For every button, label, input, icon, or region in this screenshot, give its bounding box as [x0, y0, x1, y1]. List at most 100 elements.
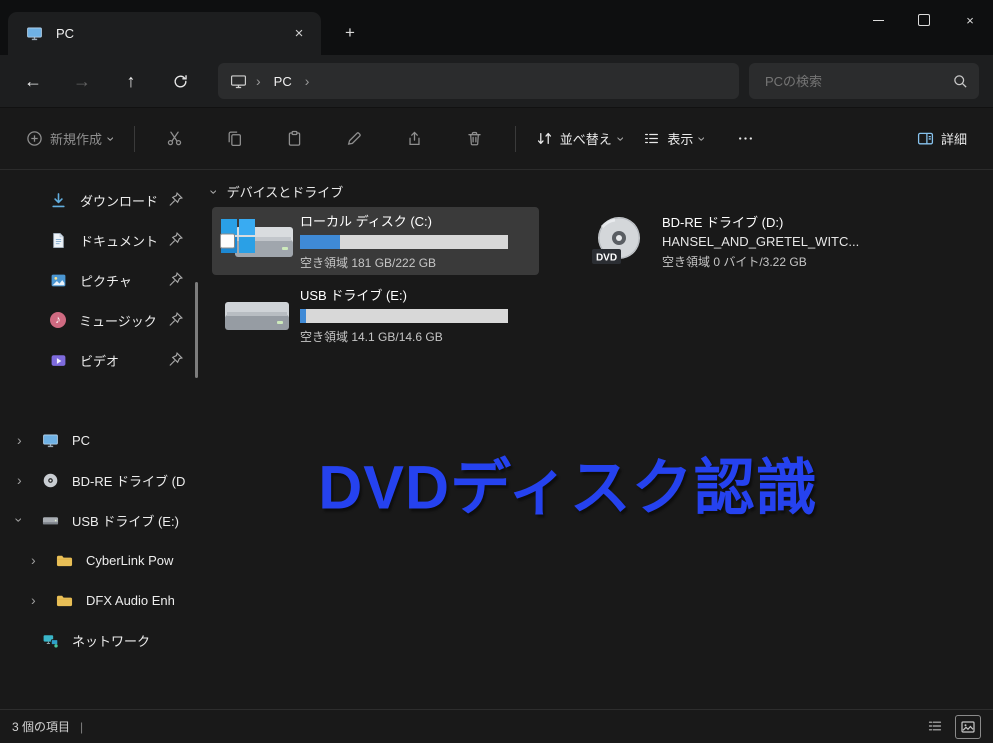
drive-info: USB ドライブ (E:) 空き領域 14.1 GB/14.6 GB [300, 285, 533, 345]
chevron-right-icon[interactable]: › [17, 432, 22, 448]
chevron-right-icon[interactable]: › [31, 592, 36, 608]
dvd-disc-icon: DVD [580, 213, 658, 269]
navigation-sidebar: ダウンロード ドキュメント ピクチャ ♪ ミュージック ビデオ [0, 170, 200, 709]
sidebar-item-label: DFX Audio Enh [86, 593, 175, 608]
file-explorer-window: PC × + × ← → ↑ › PC › 新規作成 [0, 0, 993, 743]
drive-info: ローカル ディスク (C:) 空き領域 181 GB/222 GB [300, 211, 533, 271]
sidebar-item-label: ネットワーク [72, 631, 150, 650]
chevron-down-icon[interactable]: › [207, 189, 221, 194]
trash-icon [466, 130, 483, 147]
toolbar-divider [515, 126, 516, 152]
drive-info: BD-RE ドライブ (D:) HANSEL_AND_GRETEL_WITC..… [662, 212, 880, 270]
disc-icon [42, 472, 59, 489]
sidebar-item-pictures[interactable]: ピクチャ [4, 260, 196, 300]
more-options-button[interactable] [723, 119, 767, 159]
sidebar-scrollbar[interactable] [195, 282, 198, 378]
details-pane-button[interactable]: 詳細 [907, 120, 977, 157]
sidebar-item-cyberlink-folder[interactable]: › CyberLink Pow [4, 540, 196, 580]
paste-button[interactable] [273, 119, 317, 159]
pin-icon [167, 231, 184, 248]
share-icon [406, 130, 423, 147]
new-tab-button[interactable]: + [335, 18, 365, 48]
sidebar-item-network[interactable]: ネットワーク [4, 620, 196, 660]
chevron-down-icon: › [614, 136, 628, 141]
sidebar-item-dfx-folder[interactable]: › DFX Audio Enh [4, 580, 196, 620]
details-view-button[interactable] [923, 715, 947, 737]
capacity-bar [300, 309, 508, 323]
drive-tile-local-disk-c[interactable]: ローカル ディスク (C:) 空き領域 181 GB/222 GB [212, 207, 539, 275]
tab-close-button[interactable]: × [285, 21, 313, 47]
chevron-right-icon[interactable]: › [17, 472, 22, 488]
video-icon [50, 352, 67, 369]
refresh-button[interactable] [161, 63, 199, 99]
sidebar-item-label: ビデオ [80, 351, 119, 370]
up-button[interactable]: ↑ [112, 63, 150, 99]
search-icon [952, 73, 969, 90]
item-count: 3 個の項目 [12, 718, 70, 735]
sidebar-item-videos[interactable]: ビデオ [4, 340, 196, 380]
breadcrumb-chevron-icon: › [256, 73, 261, 89]
back-button[interactable]: ← [14, 63, 52, 99]
sidebar-item-label: USB ドライブ (E:) [72, 511, 179, 530]
maximize-icon [918, 14, 930, 26]
pc-monitor-icon [26, 25, 43, 42]
sidebar-item-documents[interactable]: ドキュメント [4, 220, 196, 260]
selection-checkbox[interactable] [220, 234, 235, 249]
rename-icon [346, 130, 363, 147]
tab-pc[interactable]: PC × [8, 12, 321, 55]
chevron-down-icon: › [104, 136, 118, 141]
sidebar-item-usb-drive[interactable]: › USB ドライブ (E:) [4, 500, 196, 540]
drive-name: BD-RE ドライブ (D:) [662, 212, 880, 231]
capacity-bar-fill [300, 235, 340, 249]
sidebar-item-pc[interactable]: › PC [4, 420, 196, 460]
breadcrumb-pc[interactable]: PC [270, 72, 296, 91]
view-list-icon [643, 130, 660, 147]
copy-button[interactable] [213, 119, 257, 159]
devices-section-header[interactable]: › デバイスとドライブ [212, 182, 993, 201]
drive-free-space: 空き領域 14.1 GB/14.6 GB [300, 328, 533, 345]
delete-button[interactable] [453, 119, 497, 159]
explorer-body: ダウンロード ドキュメント ピクチャ ♪ ミュージック ビデオ [0, 170, 993, 709]
sidebar-item-downloads[interactable]: ダウンロード [4, 180, 196, 220]
drive-row: USB ドライブ (E:) 空き領域 14.1 GB/14.6 GB [212, 281, 993, 349]
sidebar-item-bdre-drive[interactable]: › BD-RE ドライブ (D [4, 460, 196, 500]
new-button[interactable]: 新規作成 › [16, 120, 124, 157]
sort-button[interactable]: 並べ替え › [526, 120, 634, 157]
sidebar-item-label: ドキュメント [80, 231, 158, 250]
section-title: デバイスとドライブ [227, 182, 344, 201]
address-bar[interactable]: › PC › [218, 63, 739, 99]
usb-drive-icon [42, 512, 59, 529]
overlay-caption: DVDディスク認識 [318, 438, 818, 527]
sidebar-item-label: ミュージック [79, 311, 157, 330]
sidebar-item-label: PC [72, 433, 90, 448]
large-icons-view-button[interactable] [955, 715, 981, 739]
refresh-icon [172, 73, 189, 90]
document-icon [50, 232, 67, 249]
close-button[interactable]: × [947, 0, 993, 40]
sort-icon [536, 130, 553, 147]
scissors-icon [166, 130, 183, 147]
drive-tile-bdre-d[interactable]: DVD BD-RE ドライブ (D:) HANSEL_AND_GRETEL_WI… [574, 207, 886, 275]
view-switcher [923, 715, 981, 739]
drive-name: USB ドライブ (E:) [300, 285, 533, 304]
search-box[interactable] [749, 63, 979, 99]
drive-free-space: 空き領域 181 GB/222 GB [300, 254, 533, 271]
pin-icon [167, 311, 184, 328]
drive-tile-usb-e[interactable]: USB ドライブ (E:) 空き領域 14.1 GB/14.6 GB [212, 281, 539, 349]
copy-icon [226, 130, 243, 147]
cut-button[interactable] [153, 119, 197, 159]
chevron-down-icon[interactable]: › [11, 518, 27, 523]
breadcrumb-chevron-icon[interactable]: › [305, 73, 310, 89]
titlebar: PC × + × [0, 0, 993, 55]
rename-button[interactable] [333, 119, 377, 159]
chevron-right-icon[interactable]: › [31, 552, 36, 568]
folder-icon [56, 552, 73, 569]
search-input[interactable] [763, 73, 952, 90]
share-button[interactable] [393, 119, 437, 159]
minimize-icon [873, 20, 884, 21]
view-button[interactable]: 表示 › [633, 120, 715, 157]
sidebar-item-music[interactable]: ♪ ミュージック [4, 300, 196, 340]
minimize-button[interactable] [855, 0, 901, 40]
maximize-button[interactable] [901, 0, 947, 40]
sidebar-item-label: ピクチャ [80, 271, 132, 290]
